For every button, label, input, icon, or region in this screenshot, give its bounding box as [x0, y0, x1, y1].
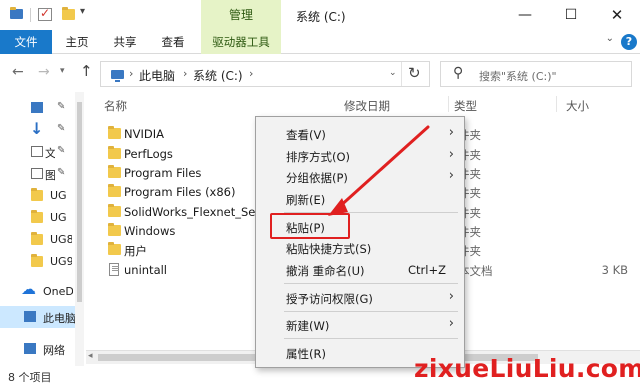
annotation-highlight-box	[270, 213, 350, 239]
watermark: zixueLiuLiu.com	[414, 354, 640, 383]
annotation-arrow-shaft	[336, 125, 430, 210]
annotation-overlay	[328, 125, 430, 216]
